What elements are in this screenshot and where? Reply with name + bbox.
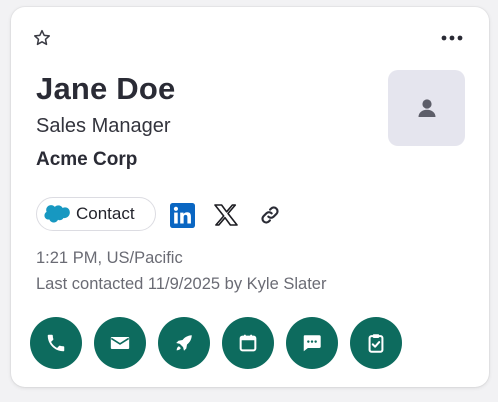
avatar [388,70,465,146]
meeting-button[interactable] [222,317,274,369]
more-options-button[interactable] [439,31,465,45]
action-bar [30,317,402,369]
local-time: 1:21 PM, US/Pacific [36,249,183,267]
linkedin-link[interactable] [169,202,195,228]
email-button[interactable] [94,317,146,369]
more-options-icon [441,35,463,41]
linkedin-icon [169,202,195,228]
message-icon [303,335,321,352]
clipboard-check-icon [368,334,384,353]
contact-title: Sales Manager [36,115,171,137]
contact-name: Jane Doe [36,71,176,106]
x-twitter-icon [214,204,238,226]
link-icon [261,206,279,224]
contact-chip-label: Contact [76,204,135,223]
message-button[interactable] [286,317,338,369]
star-icon [34,29,50,46]
x-twitter-link[interactable] [213,202,239,228]
calendar-icon [239,334,257,352]
contact-card: Jane Doe Sales Manager Acme Corp Contact [11,7,489,387]
last-contacted: Last contacted 11/9/2025 by Kyle Slater [36,275,327,293]
salesforce-cloud-icon [44,205,70,223]
rocket-icon [176,335,192,351]
contact-company[interactable]: Acme Corp [36,149,137,171]
favorite-star-button[interactable] [31,27,53,49]
phone-icon [47,334,65,352]
salesforce-contact-chip[interactable]: Contact [36,197,156,231]
person-icon [418,99,435,117]
call-button[interactable] [30,317,82,369]
task-button[interactable] [350,317,402,369]
sequence-button[interactable] [158,317,210,369]
email-icon [110,337,130,349]
website-link[interactable] [257,202,283,228]
